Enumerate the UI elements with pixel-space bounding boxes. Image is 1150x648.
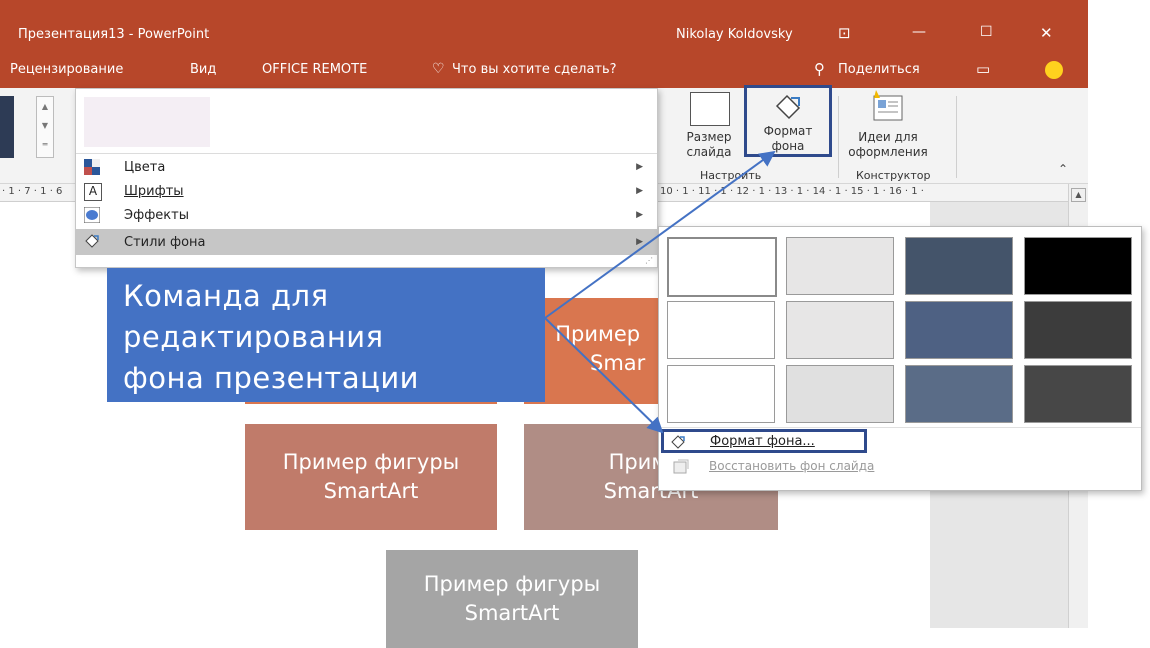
arrow-to-format-background-menu-item (544, 317, 664, 434)
arrow-to-format-background-button (544, 150, 776, 319)
annotation-arrows (544, 150, 776, 434)
